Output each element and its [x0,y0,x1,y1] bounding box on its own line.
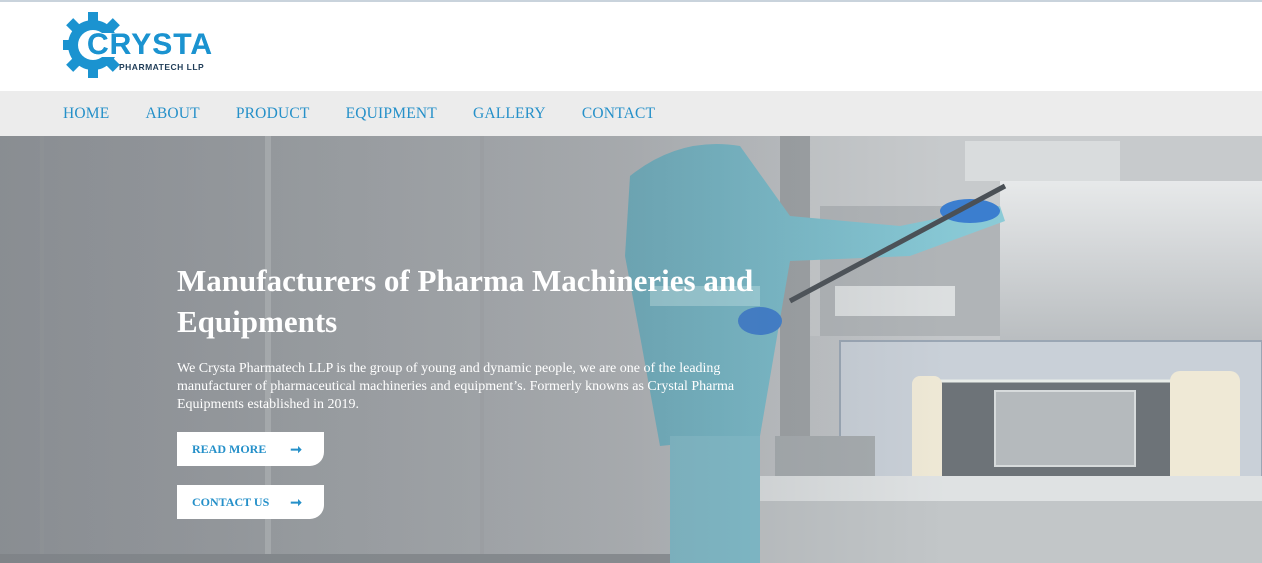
nav-item-contact[interactable]: CONTACT [582,105,655,123]
read-more-label: READ MORE [192,441,267,456]
hero-banner: Manufacturers of Pharma Machineries and … [0,136,1262,563]
brand-subtitle: PHARMATECH LLP [119,62,205,72]
hero-description: We Crysta Pharmatech LLP is the group of… [177,361,735,412]
arrow-right-icon: ➞ [290,496,302,511]
contact-us-button[interactable]: CONTACT US ➞ [177,485,324,519]
nav-item-product[interactable]: PRODUCT [236,105,310,123]
brand-name: CRYSTA [87,28,213,61]
nav-item-about[interactable]: ABOUT [145,105,199,123]
main-nav: HOME ABOUT PRODUCT EQUIPMENT GALLERY CON… [0,91,1262,136]
arrow-right-icon: ➞ [290,443,302,458]
site-header: CRYSTA PHARMATECH LLP [0,0,1262,91]
read-more-button[interactable]: READ MORE ➞ [177,432,324,466]
nav-item-equipment[interactable]: EQUIPMENT [346,105,437,123]
hero-title: Manufacturers of Pharma Machineries and … [177,263,754,339]
brand-logo[interactable]: CRYSTA PHARMATECH LLP [63,10,213,82]
nav-item-home[interactable]: HOME [63,105,109,123]
contact-us-label: CONTACT US [192,494,270,509]
nav-item-gallery[interactable]: GALLERY [473,105,546,123]
